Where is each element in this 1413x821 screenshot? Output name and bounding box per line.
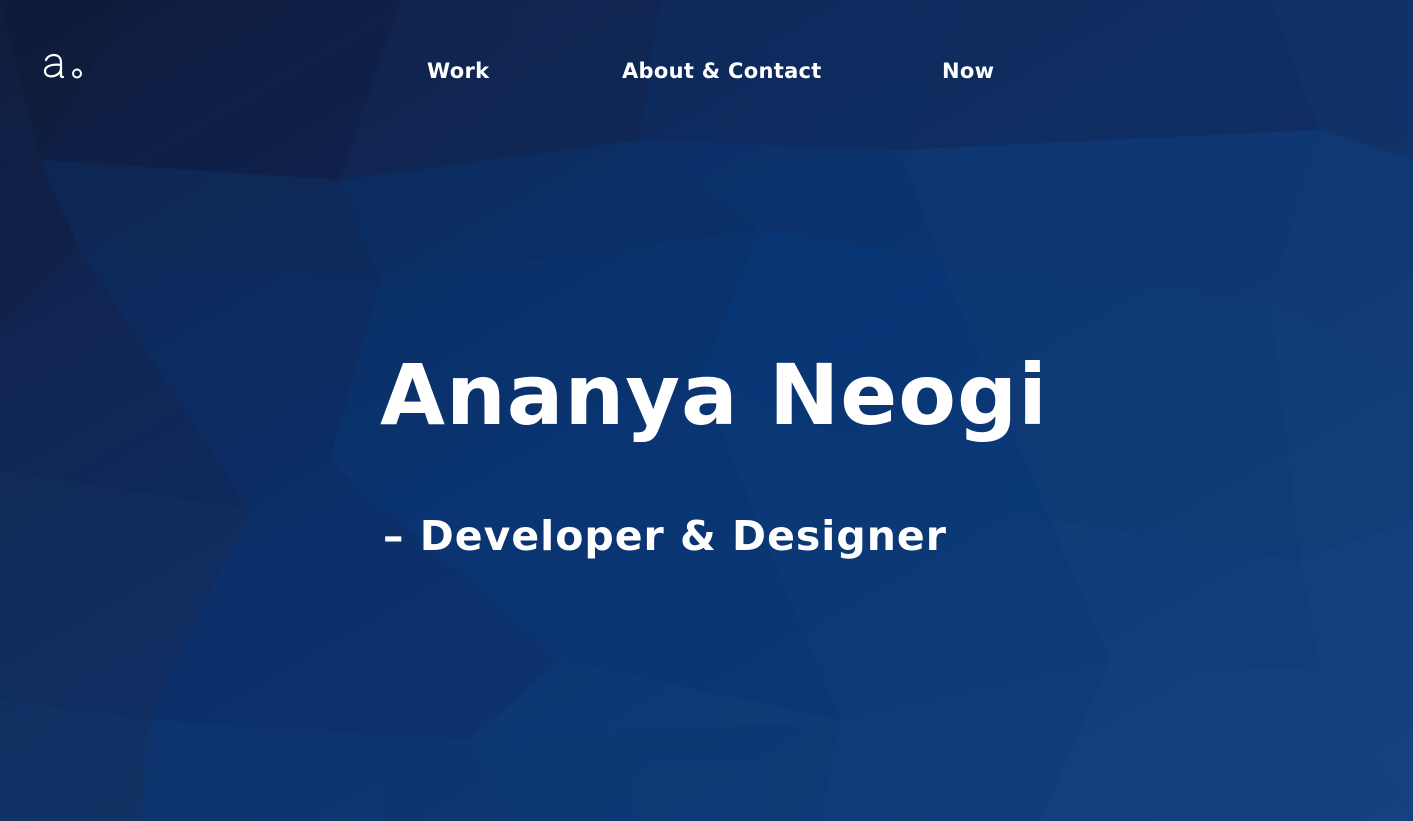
hero-tagline: – Developer & Designer xyxy=(383,512,947,560)
a-circle-logo-icon[interactable] xyxy=(40,46,86,82)
nav-about-contact-link[interactable]: About & Contact xyxy=(622,56,822,86)
site-header: Work About & Contact Now xyxy=(0,0,1413,140)
nav-now-link[interactable]: Now xyxy=(942,56,994,86)
nav-work-link[interactable]: Work xyxy=(427,56,489,86)
hero-name: Ananya Neogi xyxy=(380,346,1048,444)
